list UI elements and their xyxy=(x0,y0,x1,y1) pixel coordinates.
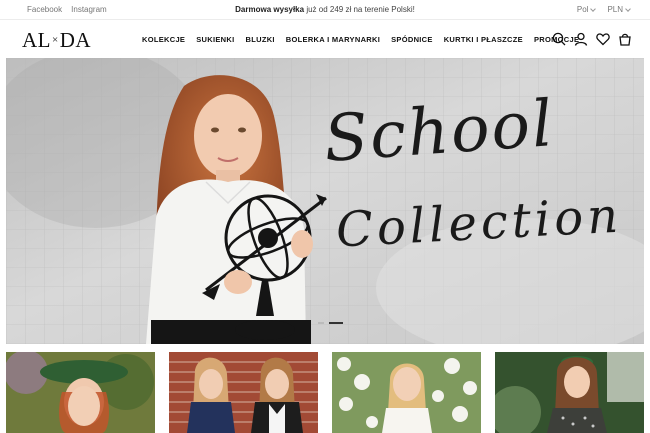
tile-white-flowers[interactable] xyxy=(332,352,481,433)
nav-item-bluzki[interactable]: BLUZKI xyxy=(246,35,275,44)
nav-item-kurtki[interactable]: KURTKI I PŁASZCZE xyxy=(444,35,523,44)
nav-item-spodnice[interactable]: SPÓDNICE xyxy=(391,35,433,44)
logo-separator: × xyxy=(52,34,59,46)
tile-green-hat[interactable] xyxy=(6,352,155,433)
chevron-down-icon xyxy=(625,5,631,12)
locale-selectors: Pol PLN xyxy=(576,5,631,14)
tile-image xyxy=(6,352,155,433)
shipping-promo: Darmowa wysyłka już od 249 zł na terenie… xyxy=(0,5,650,14)
top-bar: Facebook Instagram Darmowa wysyłka już o… xyxy=(0,0,650,20)
logo-right: DA xyxy=(59,28,92,52)
nav-item-sukienki[interactable]: SUKIENKI xyxy=(196,35,234,44)
cart-icon[interactable] xyxy=(618,32,632,46)
heart-icon[interactable] xyxy=(596,32,610,46)
tile-brick-wall[interactable] xyxy=(169,352,318,433)
main-header: AL×DA KOLEKCJE SUKIENKI BLUZKI BOLERKA I… xyxy=(0,21,650,57)
nav-item-kolekcje[interactable]: KOLEKCJE xyxy=(142,35,185,44)
chevron-down-icon xyxy=(590,5,597,12)
header-icons xyxy=(552,32,632,46)
logo[interactable]: AL×DA xyxy=(22,29,91,51)
tile-image xyxy=(169,352,318,433)
currency-select[interactable]: PLN xyxy=(607,5,631,14)
hero-subtitle: Collection xyxy=(334,187,624,259)
nav-item-bolerka[interactable]: BOLERKA I MARYNARKI xyxy=(286,35,380,44)
tile-image xyxy=(332,352,481,433)
tile-green-leaves[interactable] xyxy=(495,352,644,433)
hero-banner[interactable]: School Collection xyxy=(6,58,644,344)
search-icon[interactable] xyxy=(552,32,566,46)
language-value: Pol xyxy=(576,5,589,14)
slider-dots xyxy=(318,322,343,324)
promo-bold: Darmowa wysyłka xyxy=(235,5,305,14)
slider-dot-active[interactable] xyxy=(329,322,343,324)
tile-image xyxy=(495,352,644,433)
category-tiles xyxy=(6,352,644,433)
currency-value: PLN xyxy=(607,5,623,14)
main-nav: KOLEKCJE SUKIENKI BLUZKI BOLERKA I MARYN… xyxy=(142,35,579,44)
promo-text: już od 249 zł na terenie Polski! xyxy=(304,5,415,14)
slider-dot[interactable] xyxy=(318,322,324,324)
account-icon[interactable] xyxy=(574,32,588,46)
hero-title: School xyxy=(321,87,557,177)
language-select[interactable]: Pol xyxy=(576,5,597,14)
logo-left: AL xyxy=(22,28,51,52)
